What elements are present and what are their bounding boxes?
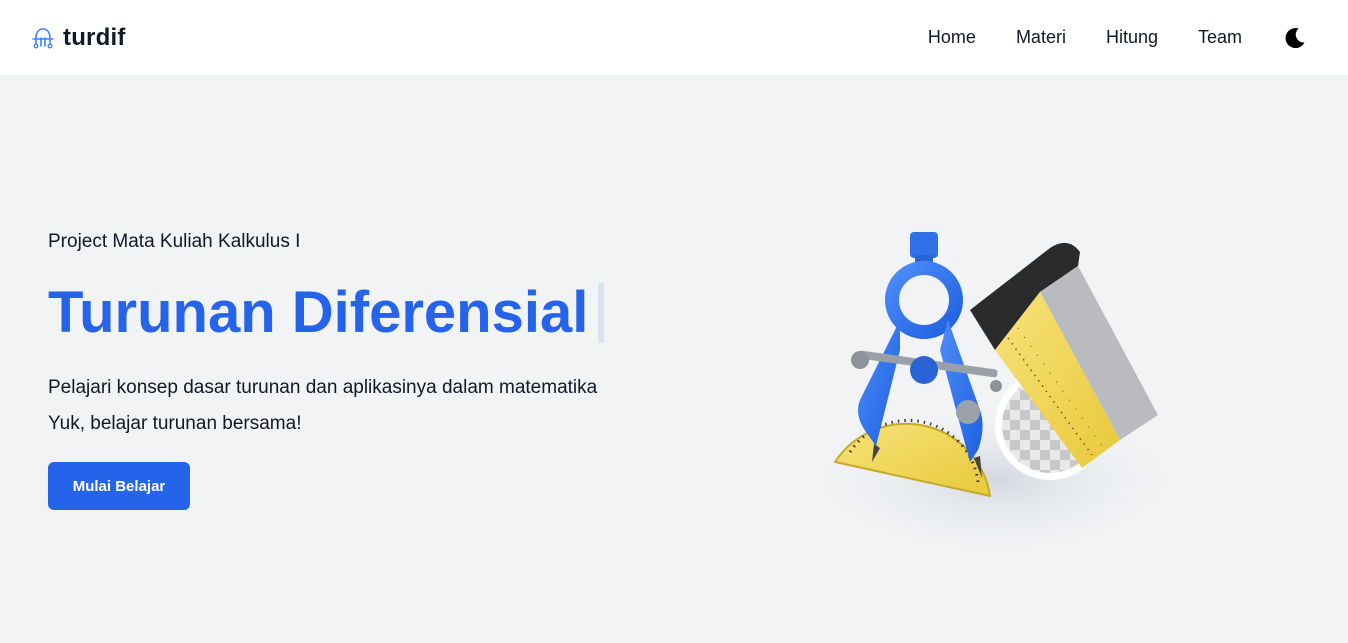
typing-caret [598,283,605,343]
nav-link-materi[interactable]: Materi [1016,27,1066,48]
math-tools-illustration [805,232,1185,560]
theme-toggle-button[interactable] [1282,25,1308,51]
brand-name: turdif [63,23,126,51]
brand-logo[interactable]: turdif [32,24,126,52]
nav-link-team[interactable]: Team [1198,27,1242,48]
hero-section: Project Mata Kuliah Kalkulus I Turunan D… [48,228,688,510]
ghost-icon [32,27,54,49]
hero-subtitle: Project Mata Kuliah Kalkulus I [48,231,301,252]
nav-links: Home Materi Hitung Team [928,25,1308,51]
hero-title-row: Turunan Diferensial [48,270,688,356]
hero-description-line-1: Pelajari konsep dasar turunan dan aplika… [48,377,598,398]
navbar: turdif Home Materi Hitung Team [0,0,1348,75]
nav-link-home[interactable]: Home [928,27,976,48]
start-learning-button[interactable]: Mulai Belajar [48,462,190,510]
nav-link-hitung[interactable]: Hitung [1106,27,1158,48]
hero-description: Pelajari konsep dasar turunan dan aplika… [48,370,688,442]
hero-description-line-2: Yuk, belajar turunan bersama! [48,413,302,434]
hero-title: Turunan Diferensial [48,280,589,345]
moon-icon [1285,27,1305,48]
